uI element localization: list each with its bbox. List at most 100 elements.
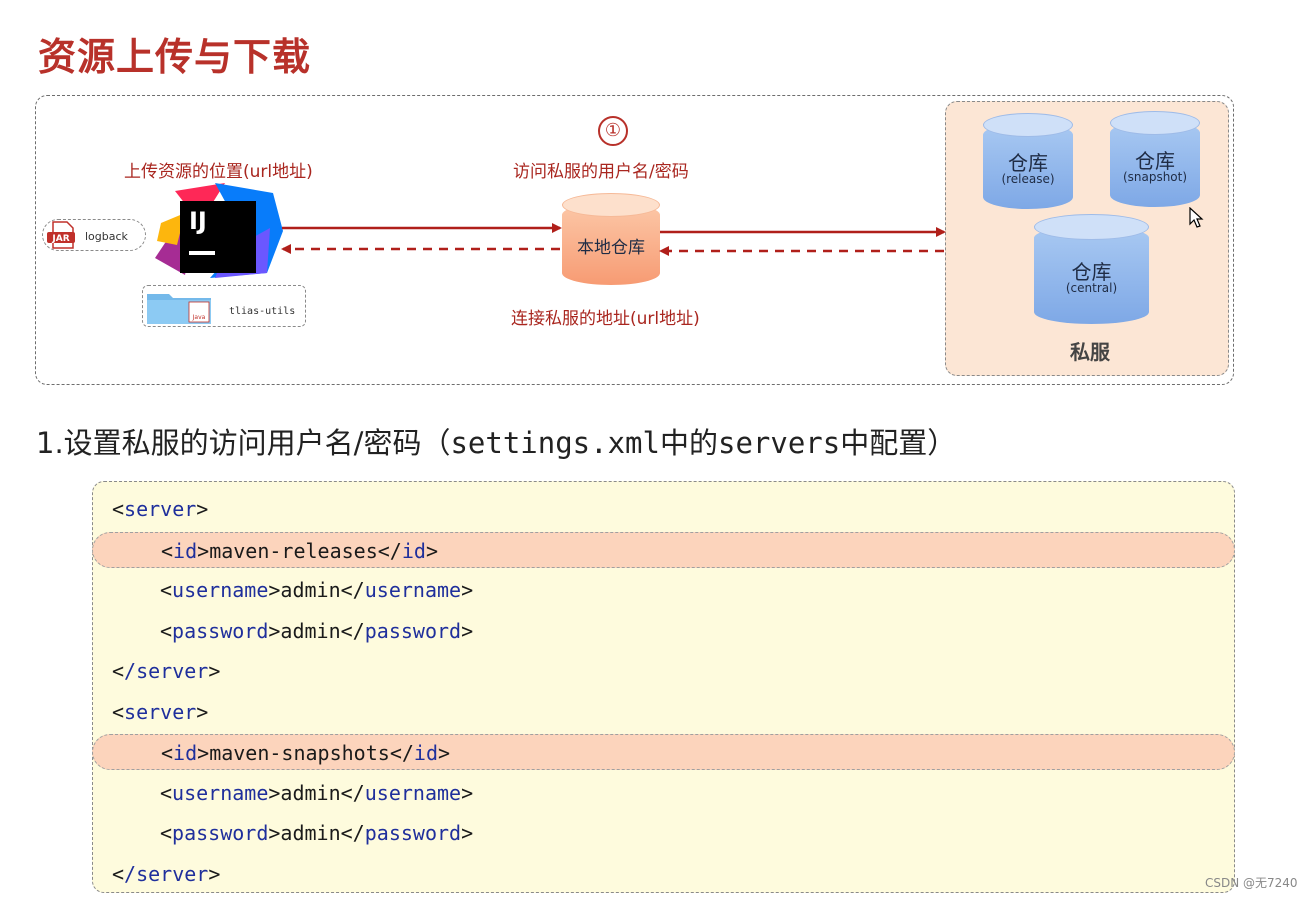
section-heading: 1.设置私服的访问用户名/密码（settings.xml中的servers中配置…: [36, 420, 956, 462]
upload-location-label: 上传资源的位置(url地址): [124, 162, 313, 182]
code-line-text: <password>admin</password>: [160, 815, 473, 851]
code-value: maven-releases: [209, 539, 378, 563]
code-line: </server>: [92, 653, 1235, 689]
code-bracket: </: [340, 821, 365, 845]
folder-badge-text: Java: [192, 314, 206, 321]
code-bracket: >: [268, 619, 281, 643]
code-bracket: <: [160, 781, 173, 805]
code-bracket: </: [340, 619, 365, 643]
local-repo-cylinder: 本地仓库: [562, 193, 660, 285]
code-bracket: <: [160, 619, 173, 643]
code-bracket: <: [112, 497, 125, 521]
code-bracket: </: [340, 781, 365, 805]
code-bracket: <: [112, 862, 125, 886]
code-bracket: <: [160, 821, 173, 845]
page-title: 资源上传与下载: [38, 35, 312, 79]
code-line: <server>: [92, 491, 1235, 527]
code-bracket: <: [112, 659, 125, 683]
code-line-text: <id>maven-releases</id>: [161, 533, 438, 569]
code-bracket: >: [208, 862, 221, 886]
code-line: <server>: [92, 694, 1235, 730]
logback-jar-name: logback: [85, 230, 128, 243]
code-bracket: >: [268, 781, 281, 805]
repo-release-cylinder: 仓库 (release): [983, 113, 1073, 209]
code-line: <id>maven-releases</id>: [92, 532, 1235, 568]
code-bracket: >: [268, 578, 281, 602]
code-bracket: >: [197, 539, 210, 563]
code-line-text: <username>admin</username>: [160, 572, 473, 608]
tlias-utils-name: tlias-utils: [229, 306, 296, 317]
code-tag-name: password: [172, 821, 269, 845]
watermark: CSDN @无7240: [1205, 876, 1298, 890]
code-line: <password>admin</password>: [92, 613, 1235, 649]
code-line: <username>admin</username>: [92, 775, 1235, 811]
code-tag-name: password: [364, 619, 462, 643]
code-bracket: >: [461, 781, 474, 805]
jar-badge-text: JAR: [51, 234, 69, 244]
code-tag-name: username: [364, 781, 462, 805]
code-value: admin: [280, 781, 341, 805]
heading-middle: 中的: [659, 426, 718, 460]
code-bracket: <: [112, 700, 125, 724]
code-line-text: </server>: [112, 653, 220, 689]
code-tag-name: /server: [124, 659, 209, 683]
code-line: <username>admin</username>: [92, 572, 1235, 608]
repo-release-type: (release): [1001, 172, 1055, 186]
code-line-text: <password>admin</password>: [160, 613, 473, 649]
code-value: admin: [280, 821, 341, 845]
code-tag-name: /server: [124, 862, 209, 886]
code-value: maven-snapshots: [209, 741, 390, 765]
code-tag-name: username: [172, 781, 269, 805]
code-tag-name: username: [172, 578, 269, 602]
credentials-label: 访问私服的用户名/密码: [513, 162, 689, 182]
code-bracket: >: [196, 700, 209, 724]
code-bracket: >: [208, 659, 221, 683]
code-tag-name: id: [401, 539, 426, 563]
jar-file-icon: JAR: [47, 221, 75, 249]
java-folder-icon: Java: [147, 294, 211, 324]
code-line-text: <server>: [112, 694, 208, 730]
repo-snapshot-cylinder: 仓库 (snapshot): [1110, 111, 1200, 207]
code-bracket: <: [161, 741, 174, 765]
heading-suffix: 中配置）: [840, 426, 957, 460]
code-line: <password>admin</password>: [92, 815, 1235, 851]
code-tag-name: server: [124, 700, 197, 724]
code-bracket: >: [425, 539, 438, 563]
code-bracket: >: [197, 741, 210, 765]
intellij-logo-icon: IJ: [155, 183, 283, 278]
code-bracket: >: [461, 619, 474, 643]
intellij-logo-text: IJ: [189, 207, 207, 235]
code-line: </server>: [92, 856, 1235, 892]
code-line-text: <id>maven-snapshots</id>: [161, 735, 450, 771]
code-tag-name: id: [173, 539, 198, 563]
code-line-text: <server>: [112, 491, 208, 527]
repo-snapshot-type: (snapshot): [1122, 170, 1188, 184]
code-tag-name: id: [173, 741, 198, 765]
heading-prefix: 1.设置私服的访问用户名/密码（: [36, 426, 451, 460]
code-bracket: <: [160, 578, 173, 602]
connect-address-label: 连接私服的地址(url地址): [511, 309, 700, 329]
code-bracket: >: [461, 821, 474, 845]
code-line: <id>maven-snapshots</id>: [92, 734, 1235, 770]
code-bracket: >: [268, 821, 281, 845]
code-line-text: <username>admin</username>: [160, 775, 473, 811]
heading-element: servers: [717, 426, 841, 460]
slide: 资源上传与下载 仓库 (release) 仓库 (snapshot) 仓库 (c…: [0, 0, 1312, 898]
repo-central-type: (central): [1065, 281, 1118, 295]
code-bracket: >: [196, 497, 209, 521]
code-value: admin: [280, 578, 341, 602]
code-tag-name: username: [364, 578, 462, 602]
mouse-cursor-icon: [1189, 207, 1204, 228]
code-line-text: </server>: [112, 856, 220, 892]
code-tag-name: password: [364, 821, 462, 845]
code-bracket: <: [161, 539, 174, 563]
code-tag-name: id: [413, 741, 438, 765]
code-bracket: </: [389, 741, 414, 765]
code-value: admin: [280, 619, 341, 643]
repo-central-cylinder: 仓库 (central): [1034, 214, 1149, 324]
local-repo-label: 本地仓库: [577, 238, 645, 258]
code-bracket: >: [461, 578, 474, 602]
code-tag-name: server: [124, 497, 197, 521]
step-number-badge: ①: [598, 116, 628, 146]
code-tag-name: password: [172, 619, 269, 643]
